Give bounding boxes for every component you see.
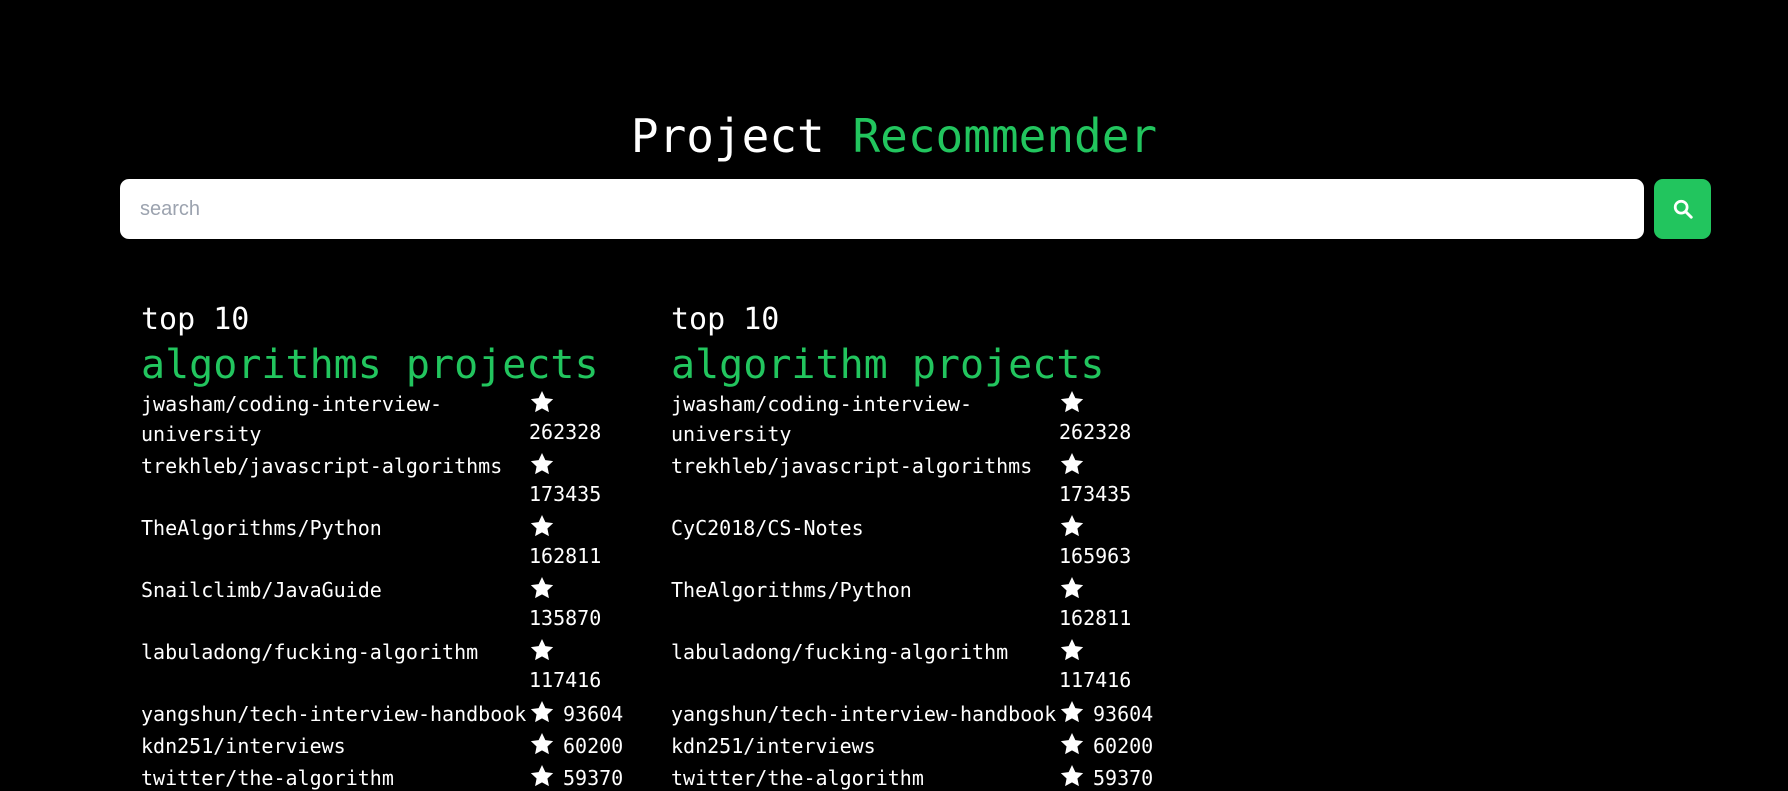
repo-name[interactable]: twitter/the-algorithm (141, 763, 529, 791)
repo-list: jwasham/coding-interview-university 26232… (141, 389, 641, 791)
star-icon (1059, 731, 1085, 759)
repo-name[interactable]: TheAlgorithms/Python (671, 575, 1059, 637)
repo-name[interactable]: jwasham/coding-interview-university (141, 389, 529, 451)
star-icon (529, 451, 555, 479)
star-count-value: 60200 (1093, 734, 1154, 758)
star-icon (529, 513, 555, 541)
star-icon (529, 731, 555, 759)
star-icon (1059, 513, 1085, 541)
star-count: 93604 (529, 699, 641, 731)
star-icon (1059, 575, 1085, 603)
star-count: 173435 (1059, 451, 1171, 513)
star-count-value: 59370 (1093, 766, 1154, 790)
repo-name[interactable]: Snailclimb/JavaGuide (141, 575, 529, 637)
repo-row[interactable]: Snailclimb/JavaGuide 135870 (141, 575, 641, 637)
column-title: algorithm projects (671, 342, 1105, 388)
star-icon (529, 763, 555, 791)
repo-name[interactable]: labuladong/fucking-algorithm (141, 637, 529, 699)
star-count-value: 262328 (1059, 420, 1132, 444)
repo-row[interactable]: trekhleb/javascript-algorithms 173435 (671, 451, 1171, 513)
search-input[interactable] (120, 179, 1644, 239)
title-accent: Recommender (852, 109, 1158, 163)
repo-row[interactable]: jwasham/coding-interview-university 26232… (671, 389, 1171, 451)
star-count-value: 59370 (563, 766, 624, 790)
search-icon (1672, 198, 1694, 220)
star-count: 262328 (1059, 389, 1171, 451)
repo-name[interactable]: kdn251/interviews (671, 731, 1059, 763)
repo-name[interactable]: trekhleb/javascript-algorithms (141, 451, 529, 513)
column-pre-title: top 10 (671, 302, 780, 337)
repo-name[interactable]: yangshun/tech-interview-handbook (671, 699, 1059, 731)
repo-name[interactable]: TheAlgorithms/Python (141, 513, 529, 575)
star-count: 59370 (529, 763, 641, 791)
star-icon (1059, 637, 1085, 665)
star-count-value: 162811 (1059, 606, 1132, 630)
column-pre-title: top 10 (141, 302, 250, 337)
repo-list: jwasham/coding-interview-university 26232… (671, 389, 1171, 791)
star-icon (1059, 389, 1085, 417)
star-icon (1059, 451, 1085, 479)
star-count: 262328 (529, 389, 641, 451)
repo-name[interactable]: trekhleb/javascript-algorithms (671, 451, 1059, 513)
star-count-value: 93604 (563, 702, 624, 726)
repo-name[interactable]: labuladong/fucking-algorithm (671, 637, 1059, 699)
star-count-value: 173435 (1059, 482, 1132, 506)
repo-row[interactable]: TheAlgorithms/Python 162811 (671, 575, 1171, 637)
star-count: 60200 (529, 731, 641, 763)
star-count: 59370 (1059, 763, 1171, 791)
page: Project Recommender top 10 algorithms pr… (0, 0, 1788, 791)
repo-name[interactable]: twitter/the-algorithm (671, 763, 1059, 791)
page-title: Project Recommender (0, 106, 1788, 166)
repo-row[interactable]: kdn251/interviews 60200 (141, 731, 641, 763)
repo-row[interactable]: jwasham/coding-interview-university 26232… (141, 389, 641, 451)
star-count-value: 93604 (1093, 702, 1154, 726)
star-count: 117416 (529, 637, 641, 699)
star-count: 60200 (1059, 731, 1171, 763)
repo-row[interactable]: TheAlgorithms/Python 162811 (141, 513, 641, 575)
star-count-value: 162811 (529, 544, 602, 568)
star-count-value: 117416 (529, 668, 602, 692)
star-count: 135870 (529, 575, 641, 637)
star-icon (529, 389, 555, 417)
repo-row[interactable]: trekhleb/javascript-algorithms 173435 (141, 451, 641, 513)
search-button[interactable] (1654, 179, 1711, 239)
repo-name[interactable]: yangshun/tech-interview-handbook (141, 699, 529, 731)
repo-row[interactable]: labuladong/fucking-algorithm 117416 (141, 637, 641, 699)
star-count: 173435 (529, 451, 641, 513)
star-count: 162811 (529, 513, 641, 575)
repo-row[interactable]: CyC2018/CS-Notes 165963 (671, 513, 1171, 575)
repo-row[interactable]: labuladong/fucking-algorithm 117416 (671, 637, 1171, 699)
repo-row[interactable]: twitter/the-algorithm 59370 (141, 763, 641, 791)
repo-name[interactable]: kdn251/interviews (141, 731, 529, 763)
results-column-2: top 10 algorithm projects jwasham/coding… (671, 300, 1171, 791)
repo-name[interactable]: jwasham/coding-interview-university (671, 389, 1059, 451)
star-count-value: 173435 (529, 482, 602, 506)
repo-row[interactable]: kdn251/interviews 60200 (671, 731, 1171, 763)
star-count-value: 60200 (563, 734, 624, 758)
repo-row[interactable]: twitter/the-algorithm 59370 (671, 763, 1171, 791)
star-count-value: 165963 (1059, 544, 1132, 568)
star-count: 165963 (1059, 513, 1171, 575)
star-count-value: 135870 (529, 606, 602, 630)
star-icon (529, 699, 555, 727)
star-count: 162811 (1059, 575, 1171, 637)
star-icon (1059, 763, 1085, 791)
star-icon (529, 575, 555, 603)
star-count-value: 117416 (1059, 668, 1132, 692)
results-column-1: top 10 algorithms projects jwasham/codin… (141, 300, 641, 791)
star-count: 117416 (1059, 637, 1171, 699)
title-main: Project (630, 109, 825, 163)
repo-name[interactable]: CyC2018/CS-Notes (671, 513, 1059, 575)
star-count: 93604 (1059, 699, 1171, 731)
star-icon (529, 637, 555, 665)
star-count-value: 262328 (529, 420, 602, 444)
repo-row[interactable]: yangshun/tech-interview-handbook 93604 (141, 699, 641, 731)
column-title: algorithms projects (141, 342, 599, 388)
star-icon (1059, 699, 1085, 727)
repo-row[interactable]: yangshun/tech-interview-handbook 93604 (671, 699, 1171, 731)
